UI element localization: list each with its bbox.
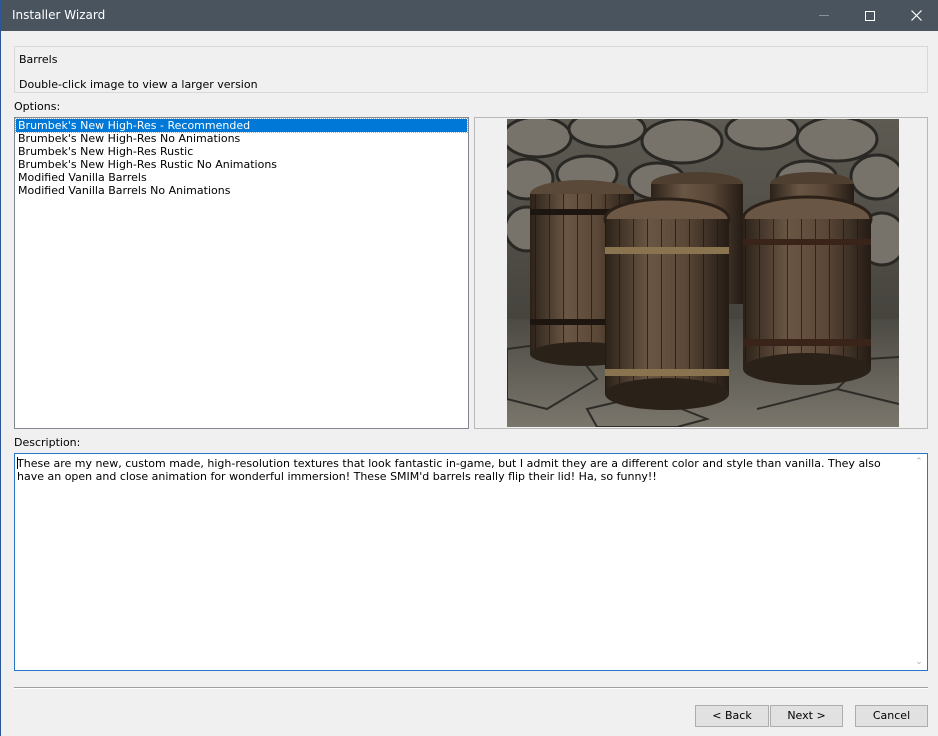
option-item[interactable]: Brumbek's New High-Res Rustic No Animati…: [16, 158, 467, 171]
option-item[interactable]: Brumbek's New High-Res - Recommended: [15, 118, 468, 133]
option-item[interactable]: Modified Vanilla Barrels: [16, 171, 467, 184]
window-title: Installer Wizard: [12, 8, 106, 22]
minimize-button[interactable]: [801, 0, 847, 31]
close-icon: [910, 10, 922, 21]
image-hint: Double-click image to view a larger vers…: [19, 78, 258, 91]
maximize-icon: [865, 10, 875, 21]
next-button[interactable]: Next >: [770, 705, 843, 727]
description-label: Description:: [14, 436, 81, 449]
text-caret: [17, 457, 18, 469]
step-header: Barrels Double-click image to view a lar…: [14, 46, 928, 93]
minimize-icon: [819, 15, 829, 16]
footer-separator: [14, 687, 928, 689]
cancel-button[interactable]: Cancel: [855, 705, 928, 727]
description-text[interactable]: These are my new, custom made, high-reso…: [17, 457, 897, 483]
maximize-button[interactable]: [847, 0, 893, 31]
options-list[interactable]: Brumbek's New High-Res - Recommended Brum…: [14, 117, 469, 429]
scroll-down-icon[interactable]: ⌄: [915, 658, 923, 667]
option-item[interactable]: Brumbek's New High-Res No Animations: [16, 132, 467, 145]
option-item[interactable]: Modified Vanilla Barrels No Animations: [16, 184, 467, 197]
description-textbox[interactable]: These are my new, custom made, high-reso…: [14, 453, 928, 671]
back-button[interactable]: < Back: [695, 705, 769, 727]
close-button[interactable]: [893, 0, 938, 31]
title-bar[interactable]: Installer Wizard: [1, 0, 938, 31]
preview-image[interactable]: [474, 117, 928, 429]
barrels-preview-image: [507, 119, 899, 427]
option-item[interactable]: Brumbek's New High-Res Rustic: [16, 145, 467, 158]
scroll-up-icon[interactable]: ⌃: [915, 458, 923, 467]
options-label: Options:: [14, 100, 61, 113]
installer-window: Installer Wizard Barrels Double-click im…: [0, 0, 938, 736]
description-scrollbar[interactable]: ⌃ ⌄: [911, 454, 927, 670]
step-name: Barrels: [19, 53, 58, 66]
